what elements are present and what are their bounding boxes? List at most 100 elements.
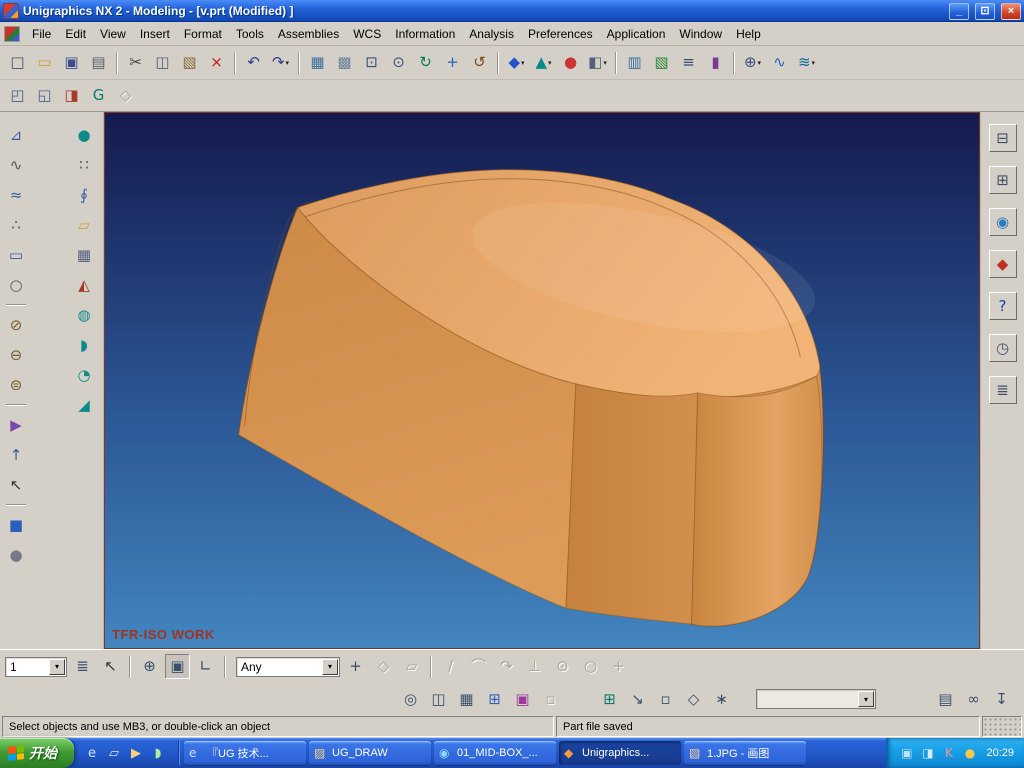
tray-app-icon[interactable]: ▣: [898, 745, 915, 762]
start-button[interactable]: 开始: [0, 738, 74, 768]
dashed-curve-icon[interactable]: ∿: [3, 152, 29, 178]
taskbar-task-ug-draw[interactable]: ▨ UG_DRAW: [309, 741, 431, 765]
adjust-tool-icon[interactable]: ∗: [709, 687, 734, 712]
menu-item-analysis[interactable]: Analysis: [462, 25, 521, 43]
project-curve-icon[interactable]: ▶: [3, 412, 29, 438]
layer-category-icon[interactable]: ≣: [70, 654, 95, 679]
snap-plus-icon[interactable]: +: [606, 654, 631, 679]
grid-icon[interactable]: ▦: [454, 687, 479, 712]
point-set-icon[interactable]: ∷: [71, 152, 97, 178]
raise-icon[interactable]: ↑: [3, 442, 29, 468]
cascade-windows-icon[interactable]: ⊟: [988, 124, 1017, 152]
shaded-view-icon-dropdown[interactable]: ▾: [521, 59, 525, 67]
more-tools-icon[interactable]: ↧: [989, 687, 1014, 712]
taskbar-task-mid-box[interactable]: ◉ 01_MID-BOX_...: [434, 741, 556, 765]
taskbar-task-paint[interactable]: ▧ 1.JPG - 画图: [684, 741, 806, 765]
app-menu-icon[interactable]: [4, 25, 20, 42]
new-icon[interactable]: □: [5, 50, 30, 75]
menu-item-format[interactable]: Format: [177, 25, 229, 43]
datum-plane-icon[interactable]: ◇: [681, 687, 706, 712]
tray-alert-icon[interactable]: ●: [961, 745, 978, 762]
drawing-format-icon[interactable]: ▤: [933, 687, 958, 712]
class-selection-icon[interactable]: ↖: [98, 654, 123, 679]
snap-center-icon[interactable]: ⊙: [550, 654, 575, 679]
selection-filter-combo[interactable]: Any ▾: [236, 656, 340, 677]
spline-icon[interactable]: ≈: [3, 182, 29, 208]
graphics-window[interactable]: TFR-ISO WORK: [104, 112, 980, 649]
menu-item-file[interactable]: File: [25, 25, 58, 43]
display-mode-icon[interactable]: ▩: [332, 50, 357, 75]
tray-ime-icon[interactable]: ◨: [919, 745, 936, 762]
boolean-add-icon[interactable]: ⊞: [597, 687, 622, 712]
redo-icon-dropdown[interactable]: ▾: [286, 59, 290, 67]
object-display-icon[interactable]: ▦: [305, 50, 330, 75]
refresh-icon[interactable]: ↻: [413, 50, 438, 75]
quicklaunch-desktop-icon[interactable]: ▱: [104, 743, 124, 763]
tile-windows-icon[interactable]: ⊞: [988, 166, 1017, 194]
training-icon[interactable]: ◆: [988, 250, 1017, 278]
help-icon[interactable]: ?: [988, 292, 1017, 320]
snap-point-icon-dropdown[interactable]: ▾: [758, 59, 762, 67]
menu-item-wcs[interactable]: WCS: [346, 25, 388, 43]
visualization-icon-dropdown[interactable]: ▾: [812, 59, 816, 67]
curve-analysis-icon[interactable]: ∿: [767, 50, 792, 75]
helix-icon[interactable]: ∮: [71, 182, 97, 208]
taskbar-task-ug-doc[interactable]: e 『UG 技术...: [184, 741, 306, 765]
menu-item-view[interactable]: View: [93, 25, 133, 43]
wireframe-view-icon-dropdown[interactable]: ▾: [548, 59, 552, 67]
extract-icon[interactable]: ◭: [71, 272, 97, 298]
half-cylinder-icon[interactable]: ◗: [71, 332, 97, 358]
snap-crosshair-icon[interactable]: ⊕: [137, 654, 162, 679]
drafting-icon[interactable]: ▥: [622, 50, 647, 75]
wedge-icon[interactable]: ◢: [71, 392, 97, 418]
quicklaunch-browser-icon[interactable]: e: [82, 743, 102, 763]
sketch-task-icon[interactable]: ▧: [649, 50, 674, 75]
utility-combo-arrow-icon[interactable]: ▾: [858, 691, 874, 707]
history-list-icon[interactable]: ≣: [988, 376, 1017, 404]
find-icon[interactable]: ◎: [398, 687, 423, 712]
taskbar-task-unigraphics[interactable]: ◆ Unigraphics...: [559, 741, 681, 765]
small-window-icon[interactable]: ▫: [653, 687, 678, 712]
snap-line-icon[interactable]: ∕: [438, 654, 463, 679]
block-blue-icon[interactable]: ■: [3, 512, 29, 538]
update-feature-icon[interactable]: ◇: [113, 83, 138, 108]
extend-icon[interactable]: ⊖: [3, 342, 29, 368]
block-grid-icon[interactable]: ▦: [71, 242, 97, 268]
minimize-button[interactable]: _: [949, 2, 969, 20]
snap-perpendicular-icon[interactable]: ⊥: [522, 654, 547, 679]
sketch-icon[interactable]: ⊿: [3, 122, 29, 148]
layer-combo[interactable]: 1 ▾: [5, 656, 67, 677]
menu-item-window[interactable]: Window: [672, 25, 729, 43]
select-arrow-icon[interactable]: ↖: [3, 472, 29, 498]
zoom-icon[interactable]: ⊙: [386, 50, 411, 75]
pattern-feature-icon[interactable]: ◰: [5, 83, 30, 108]
wireframe-view-icon[interactable]: ▲ ▾: [531, 50, 556, 75]
trim-icon[interactable]: ⊘: [3, 312, 29, 338]
group-feature-icon[interactable]: G: [86, 83, 111, 108]
info-window-icon[interactable]: ⊞: [482, 687, 507, 712]
solid-select-icon[interactable]: ▣: [165, 654, 190, 679]
inherit-icon[interactable]: ◫: [426, 687, 451, 712]
layer-settings-icon[interactable]: ≡: [676, 50, 701, 75]
quicklaunch-media-icon[interactable]: ▶: [126, 743, 146, 763]
sheet-icon[interactable]: ▱: [71, 212, 97, 238]
inactive-icon[interactable]: ▫: [538, 687, 563, 712]
cut-icon[interactable]: ✂: [123, 50, 148, 75]
expressions-icon[interactable]: ▮: [703, 50, 728, 75]
pan-icon[interactable]: +: [440, 50, 465, 75]
orient-view-icon[interactable]: ●: [558, 50, 583, 75]
point-constructor-icon[interactable]: +: [343, 654, 368, 679]
menu-item-preferences[interactable]: Preferences: [521, 25, 600, 43]
extrude-feature-icon[interactable]: ◱: [32, 83, 57, 108]
web-browser-icon[interactable]: ◉: [988, 208, 1017, 236]
quicklaunch-messenger-icon[interactable]: ◗: [148, 743, 168, 763]
print-icon[interactable]: ▤: [86, 50, 111, 75]
menu-item-tools[interactable]: Tools: [229, 25, 271, 43]
menu-item-help[interactable]: Help: [729, 25, 768, 43]
offset-icon[interactable]: ⊜: [3, 372, 29, 398]
cylinder-gray-icon[interactable]: ●: [3, 542, 29, 568]
quarter-round-icon[interactable]: ◔: [71, 362, 97, 388]
copy-icon[interactable]: ◫: [150, 50, 175, 75]
snap-circle-icon[interactable]: ○: [578, 654, 603, 679]
snap-point-icon[interactable]: ⊕ ▾: [740, 50, 765, 75]
